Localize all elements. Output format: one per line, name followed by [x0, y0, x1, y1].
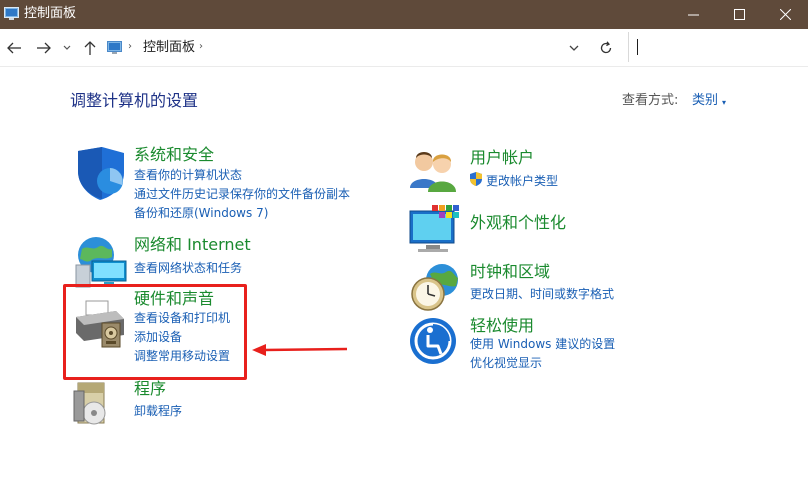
clock-globe-icon[interactable]	[408, 262, 462, 312]
category-ease-of-access: 轻松使用 使用 Windows 建议的设置 优化视觉显示	[408, 316, 728, 376]
title-bar: 控制面板	[0, 0, 808, 29]
category-system-security: 系统和安全 查看你的计算机状态 通过文件历史记录保存你的文件备份副本 备份和还原…	[72, 145, 392, 225]
close-button[interactable]	[762, 0, 808, 29]
users-icon[interactable]	[408, 148, 460, 192]
link-file-history[interactable]: 通过文件历史记录保存你的文件备份副本	[134, 186, 350, 202]
category-title[interactable]: 用户帐户	[470, 148, 534, 168]
category-title[interactable]: 时钟和区域	[470, 262, 550, 282]
recent-locations-button[interactable]	[60, 38, 74, 58]
address-bar[interactable]: › 控制面板 ›	[104, 36, 588, 60]
monitor-palette-icon[interactable]	[408, 205, 462, 255]
category-user-accounts: 用户帐户 更改帐户类型	[408, 148, 728, 198]
arrow-up-icon	[84, 41, 96, 55]
category-title[interactable]: 外观和个性化	[470, 213, 566, 233]
minimize-button[interactable]	[670, 0, 716, 29]
search-input[interactable]	[635, 36, 799, 58]
search-box[interactable]	[628, 32, 804, 62]
link-recommended-settings[interactable]: 使用 Windows 建议的设置	[470, 336, 615, 352]
category-network-internet: 网络和 Internet 查看网络状态和任务	[72, 235, 392, 288]
breadcrumb-control-panel[interactable]: 控制面板	[143, 39, 195, 56]
page-title: 调整计算机的设置	[70, 91, 199, 110]
category-programs: 程序 卸载程序	[72, 379, 392, 439]
close-icon	[779, 9, 791, 20]
arrow-left-icon	[7, 42, 21, 54]
minimize-icon	[687, 14, 699, 16]
link-view-computer-status[interactable]: 查看你的计算机状态	[134, 167, 242, 183]
breadcrumb-separator-icon[interactable]: ›	[199, 41, 203, 52]
uac-shield-icon	[470, 172, 482, 186]
text-caret	[637, 39, 638, 55]
control-panel-icon	[4, 7, 19, 20]
address-dropdown-icon[interactable]	[566, 40, 582, 56]
maximize-button[interactable]	[716, 0, 762, 29]
maximize-icon	[733, 9, 745, 20]
category-appearance: 外观和个性化	[408, 205, 728, 255]
breadcrumb-separator-icon: ›	[128, 41, 132, 52]
up-button[interactable]	[80, 38, 100, 58]
programs-icon[interactable]	[72, 381, 112, 429]
link-backup-restore[interactable]: 备份和还原(Windows 7)	[134, 205, 268, 221]
view-by-label: 查看方式:	[622, 93, 679, 108]
category-title[interactable]: 程序	[134, 379, 166, 399]
forward-button[interactable]	[34, 38, 54, 58]
category-title[interactable]: 网络和 Internet	[134, 235, 251, 255]
network-globe-icon[interactable]	[72, 235, 128, 291]
navigation-bar: › 控制面板 ›	[0, 29, 808, 67]
ease-of-access-icon[interactable]	[408, 316, 458, 366]
refresh-icon	[600, 41, 612, 54]
chevron-down-icon	[63, 45, 71, 50]
annotation-arrow-icon	[252, 344, 348, 356]
link-change-account-type[interactable]: 更改帐户类型	[486, 173, 558, 189]
link-optimize-visual-display[interactable]: 优化视觉显示	[470, 355, 542, 371]
refresh-button[interactable]	[596, 38, 616, 58]
category-title[interactable]: 系统和安全	[134, 145, 214, 165]
category-title[interactable]: 轻松使用	[470, 316, 534, 336]
control-panel-icon	[107, 41, 122, 54]
link-uninstall-program[interactable]: 卸载程序	[134, 403, 182, 419]
link-network-status[interactable]: 查看网络状态和任务	[134, 260, 242, 276]
arrow-right-icon	[37, 42, 51, 54]
window-title: 控制面板	[24, 6, 77, 21]
category-clock-region: 时钟和区域 更改日期、时间或数字格式	[408, 262, 728, 312]
view-by-caret-icon[interactable]: ▾	[722, 98, 726, 107]
shield-icon[interactable]	[72, 145, 128, 201]
link-date-time-format[interactable]: 更改日期、时间或数字格式	[470, 286, 614, 302]
view-by-dropdown[interactable]: 类别	[692, 93, 718, 109]
back-button[interactable]	[4, 38, 24, 58]
annotation-highlight-box	[63, 284, 247, 380]
